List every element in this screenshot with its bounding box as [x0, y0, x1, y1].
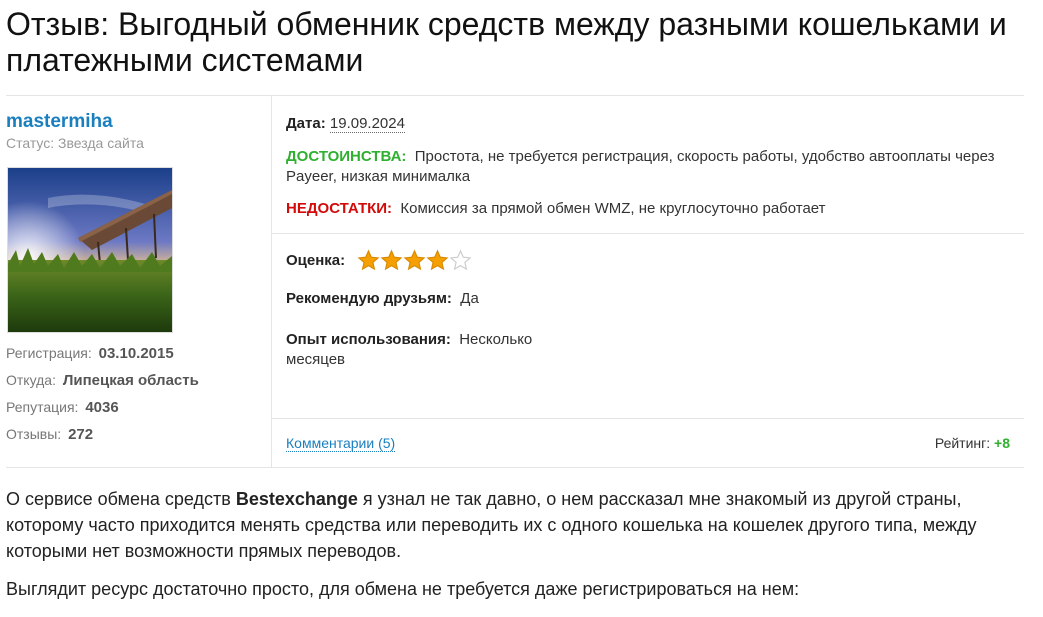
stat-reputation: Репутация: 4036	[6, 399, 199, 426]
pros-label: ДОСТОИНСТВА:	[286, 148, 407, 165]
review-summary: Дата: 19.09.2024 ДОСТОИНСТВА: Простота, …	[272, 96, 1024, 234]
star-empty-icon	[449, 249, 472, 271]
paragraph-text: О сервисе обмена средств	[6, 489, 236, 509]
author-status: Статус: Звезда сайта	[6, 135, 144, 151]
cons-label: НЕДОСТАТКИ:	[286, 200, 393, 217]
stat-registration: Регистрация: 03.10.2015	[6, 345, 199, 372]
date-label: Дата:	[286, 115, 326, 132]
recommend-row: Рекомендую друзьям: Да	[286, 290, 479, 307]
recommend-value: Да	[460, 290, 479, 307]
stat-value: 272	[68, 426, 94, 443]
stat-value: 03.10.2015	[98, 345, 174, 362]
review-date-row: Дата: 19.09.2024	[286, 115, 405, 133]
author-stats: Регистрация: 03.10.2015 Откуда: Липецкая…	[6, 345, 199, 453]
experience-row: Опыт использования: Несколько месяцев	[286, 330, 586, 370]
stat-label: Отзывы:	[6, 426, 62, 442]
review-rating: Рейтинг: +8	[935, 435, 1010, 451]
score-label: Оценка:	[286, 252, 346, 269]
rating-value: +8	[994, 435, 1010, 451]
stat-value: 4036	[85, 399, 119, 416]
author-username-link[interactable]: mastermiha	[6, 111, 113, 133]
review-footer: Комментарии (5) Рейтинг: +8	[272, 419, 1024, 467]
rating-label: Рейтинг:	[934, 435, 991, 451]
review-ratings: Оценка: Рекомендую друзьям: Да Опыт испо…	[272, 234, 1024, 419]
comments-link[interactable]: Комментарии (5)	[286, 435, 396, 452]
avatar-image	[8, 168, 172, 332]
stat-label: Регистрация:	[6, 345, 92, 361]
page-title: Отзыв: Выгодный обменник средств между р…	[6, 6, 1007, 78]
cons-text: Комиссия за прямой обмен WMZ, не круглос…	[400, 200, 826, 217]
cons-block: НЕДОСТАТКИ: Комиссия за прямой обмен WMZ…	[286, 200, 1006, 217]
star-filled-icon	[380, 249, 403, 271]
stat-reviews: Отзывы: 272	[6, 426, 199, 453]
star-filled-icon	[403, 249, 426, 271]
review-paragraph: Выглядит ресурс достаточно просто, для о…	[6, 579, 800, 599]
review-date: 19.09.2024	[329, 115, 405, 133]
service-name: Bestexchange	[235, 489, 358, 509]
stat-label: Откуда:	[6, 372, 56, 388]
star-filled-icon	[426, 249, 449, 271]
review-details: Дата: 19.09.2024 ДОСТОИНСТВА: Простота, …	[272, 96, 1024, 467]
review-paragraph: О сервисе обмена средств Bestexchange я …	[6, 486, 1026, 564]
pros-block: ДОСТОИНСТВА: Простота, не требуется реги…	[286, 147, 1006, 187]
author-panel: mastermiha Статус: Звезда сайта Регистра…	[6, 96, 272, 467]
score-row: Оценка:	[286, 249, 472, 272]
star-rating	[357, 249, 472, 272]
star-filled-icon	[357, 249, 380, 271]
review-body: О сервисе обмена средств Bestexchange я …	[6, 486, 1026, 614]
recommend-label: Рекомендую друзьям:	[286, 290, 452, 307]
avatar[interactable]	[7, 167, 173, 333]
experience-label: Опыт использования:	[286, 331, 451, 348]
review-card: mastermiha Статус: Звезда сайта Регистра…	[6, 95, 1024, 468]
stat-label: Репутация:	[6, 399, 79, 415]
stat-location: Откуда: Липецкая область	[6, 372, 199, 399]
stat-value: Липецкая область	[62, 372, 199, 389]
